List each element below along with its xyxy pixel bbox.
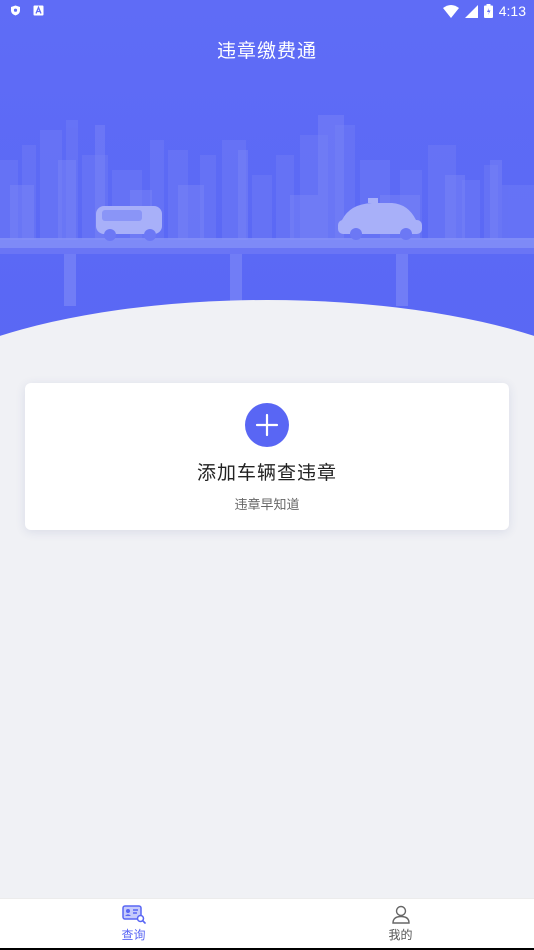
shield-icon	[11, 5, 20, 16]
page-title: 违章缴费通	[216, 40, 317, 62]
user-icon	[391, 905, 410, 924]
add-vehicle-subtitle: 违章早知道	[234, 498, 300, 513]
tab-query-label: 查询	[121, 927, 146, 942]
status-time: 4:13	[498, 3, 526, 19]
bottom-tab-bar: 查询 我的	[0, 898, 534, 948]
city-illustration	[0, 115, 534, 306]
add-vehicle-button[interactable]	[245, 403, 289, 447]
tab-mine[interactable]: 我的	[267, 899, 534, 948]
signal-icon	[464, 4, 478, 18]
id-card-search-icon	[121, 904, 146, 924]
hero-banner	[0, 0, 534, 440]
tab-query[interactable]: 查询	[0, 899, 267, 948]
a-icon	[33, 5, 44, 16]
tab-mine-label: 我的	[388, 927, 413, 942]
add-vehicle-title: 添加车辆查违章	[196, 462, 337, 484]
status-bar: 4:13	[0, 0, 534, 24]
add-vehicle-card[interactable]: 添加车辆查违章 违章早知道	[25, 383, 509, 530]
battery-icon	[483, 4, 493, 18]
plus-icon	[255, 413, 279, 437]
wifi-icon	[442, 4, 459, 18]
